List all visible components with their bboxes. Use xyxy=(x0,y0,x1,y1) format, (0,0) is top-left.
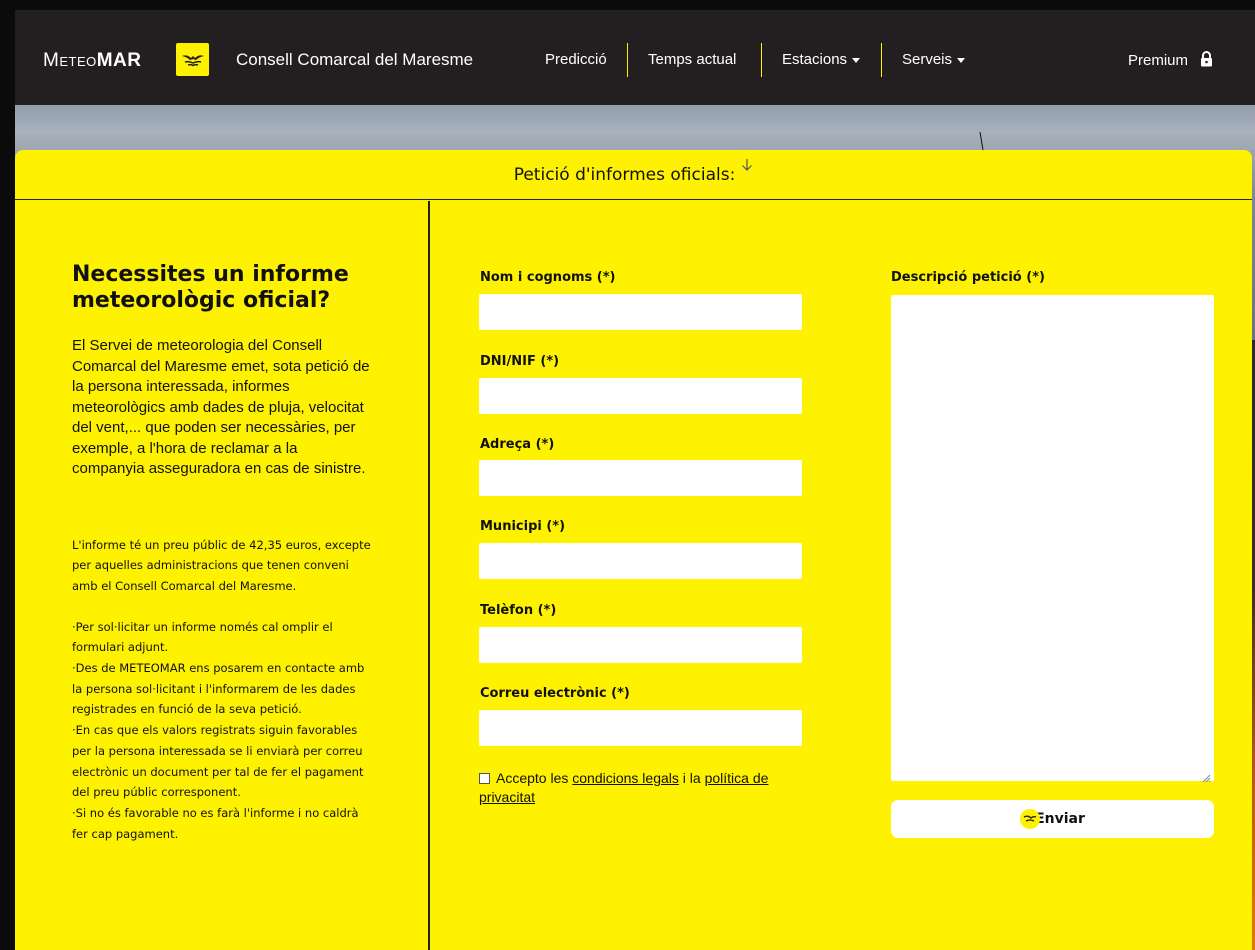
council-logo-icon[interactable] xyxy=(176,43,209,76)
dni-label: DNI/NIF (*) xyxy=(480,354,560,369)
info-headline: Necessites un informe meteorològic ofici… xyxy=(72,262,349,313)
consent-row: Accepto les condicions legals i la polít… xyxy=(479,769,799,807)
consent-prefix: Accepto les xyxy=(496,770,569,786)
premium-link[interactable]: Premium xyxy=(1128,51,1213,71)
top-frame xyxy=(0,0,1255,10)
org-name[interactable]: Consell Comarcal del Maresme xyxy=(236,50,473,70)
name-input[interactable] xyxy=(479,294,802,330)
consent-mid: i la xyxy=(682,770,701,786)
lock-icon xyxy=(1200,51,1213,71)
resize-grip-icon[interactable] xyxy=(1201,768,1211,787)
email-input[interactable] xyxy=(479,710,802,746)
info-step: ·En cas que els valors registrats siguin… xyxy=(72,723,364,800)
nav-separator xyxy=(761,43,762,77)
city-input[interactable] xyxy=(479,543,802,579)
info-step: ·Per sol·licitar un informe només cal om… xyxy=(72,619,333,655)
nav-item-prediccio[interactable]: Predicció xyxy=(545,51,607,68)
info-step: ·Des de METEOMAR ens posarem en contacte… xyxy=(72,661,365,717)
info-steps: ·Per sol·licitar un informe només cal om… xyxy=(72,617,372,845)
info-step: ·Si no és favorable no es farà l'informe… xyxy=(72,805,359,841)
caret-down-icon xyxy=(852,57,861,63)
panel-header: Petició d'informes oficials: xyxy=(15,150,1252,200)
left-frame xyxy=(0,0,15,950)
caret-down-icon xyxy=(957,57,966,63)
info-price: L'informe té un preu públic de 42,35 eur… xyxy=(72,537,371,593)
description-textarea[interactable] xyxy=(891,295,1214,781)
brand-bold-text: MAR xyxy=(96,50,142,71)
consent-checkbox[interactable] xyxy=(479,773,490,784)
address-label: Adreça (*) xyxy=(480,437,555,452)
nav-item-temps-actual[interactable]: Temps actual xyxy=(648,51,736,68)
arrow-down-icon xyxy=(741,158,753,176)
phone-input[interactable] xyxy=(479,627,802,663)
brand-logo[interactable]: MeteoMAR xyxy=(43,50,142,72)
column-divider xyxy=(428,201,430,950)
nav-separator xyxy=(881,43,882,77)
description-label: Descripció petició (*) xyxy=(891,270,1045,285)
request-panel: Petició d'informes oficials: Necessites … xyxy=(15,150,1252,950)
premium-label: Premium xyxy=(1128,52,1189,69)
send-icon xyxy=(1020,809,1041,829)
info-intro: El Servei de meteorologia del Consell Co… xyxy=(72,337,370,477)
phone-label: Telèfon (*) xyxy=(480,603,557,618)
nav-item-estacions[interactable]: Estacions xyxy=(782,51,861,68)
panel-title: Petició d'informes oficials: xyxy=(513,164,736,185)
nav-separator xyxy=(627,43,628,77)
address-input[interactable] xyxy=(479,460,802,496)
city-label: Municipi (*) xyxy=(480,519,566,534)
send-label: Enviar xyxy=(1035,811,1085,827)
legal-conditions-link[interactable]: condicions legals xyxy=(572,770,679,786)
name-label: Nom i cognoms (*) xyxy=(480,270,616,285)
email-label: Correu electrònic (*) xyxy=(480,686,630,701)
top-navbar: MeteoMAR Consell Comarcal del Maresme Pr… xyxy=(15,10,1255,105)
info-column: Necessites un informe meteorològic ofici… xyxy=(72,262,372,844)
brand-light-text: Meteo xyxy=(43,50,97,71)
nav-item-estacions-label: Estacions xyxy=(782,51,848,68)
send-button[interactable]: Enviar xyxy=(891,800,1214,838)
nav-item-serveis-label: Serveis xyxy=(902,51,953,68)
dni-input[interactable] xyxy=(479,378,802,414)
nav-item-serveis[interactable]: Serveis xyxy=(902,51,966,68)
